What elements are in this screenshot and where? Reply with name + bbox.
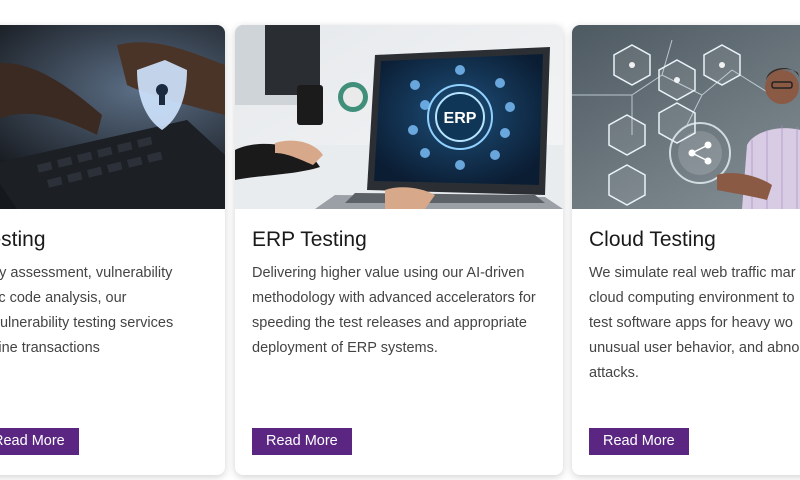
card-description-line: speeding the test releases and appropria… [252, 315, 527, 331]
card-description-line: Delivering higher value using our AI-dri… [252, 265, 525, 281]
service-card-erp: ERP ERP Testing Delivering higher value … [235, 25, 563, 475]
card-description: Delivering higher value using our AI-dri… [252, 261, 563, 361]
erp-card-image: ERP [235, 25, 563, 209]
card-description: We simulate real web traffic mar cloud c… [589, 261, 800, 386]
service-card-cloud: Cloud Testing We simulate real web traff… [572, 25, 800, 475]
card-title: Testing [0, 228, 46, 251]
card-description-line: online transactions [0, 340, 100, 356]
card-description-line: deployment of ERP systems. [252, 340, 438, 356]
card-description: urity assessment, vulnerability tatic co… [0, 261, 225, 361]
card-description-line: urity assessment, vulnerability [0, 265, 173, 281]
card-description-line: unusual user behavior, and abno [589, 340, 800, 356]
card-description-line: test software apps for heavy wo [589, 315, 793, 331]
security-shield-lock-icon [0, 25, 225, 209]
erp-label: ERP [444, 110, 477, 127]
cloud-card-image [572, 25, 800, 209]
laptop-erp-icon: ERP [235, 25, 563, 209]
card-description-line: & vulnerability testing services [0, 315, 174, 331]
cloud-network-icon [572, 25, 800, 209]
card-description-line: attacks. [589, 365, 639, 381]
services-carousel: Testing urity assessment, vulnerability … [0, 0, 800, 480]
card-title: ERP Testing [252, 228, 367, 251]
read-more-button[interactable]: Read More [0, 428, 79, 455]
read-more-button[interactable]: Read More [589, 428, 689, 455]
card-description-line: We simulate real web traffic mar [589, 265, 796, 281]
card-title: Cloud Testing [589, 228, 716, 251]
service-card-security: Testing urity assessment, vulnerability … [0, 25, 225, 475]
security-card-image [0, 25, 225, 209]
card-description-line: cloud computing environment to [589, 290, 795, 306]
card-description-line: tatic code analysis, our [0, 290, 127, 306]
read-more-button[interactable]: Read More [252, 428, 352, 455]
card-description-line: methodology with advanced accelerators f… [252, 290, 536, 306]
